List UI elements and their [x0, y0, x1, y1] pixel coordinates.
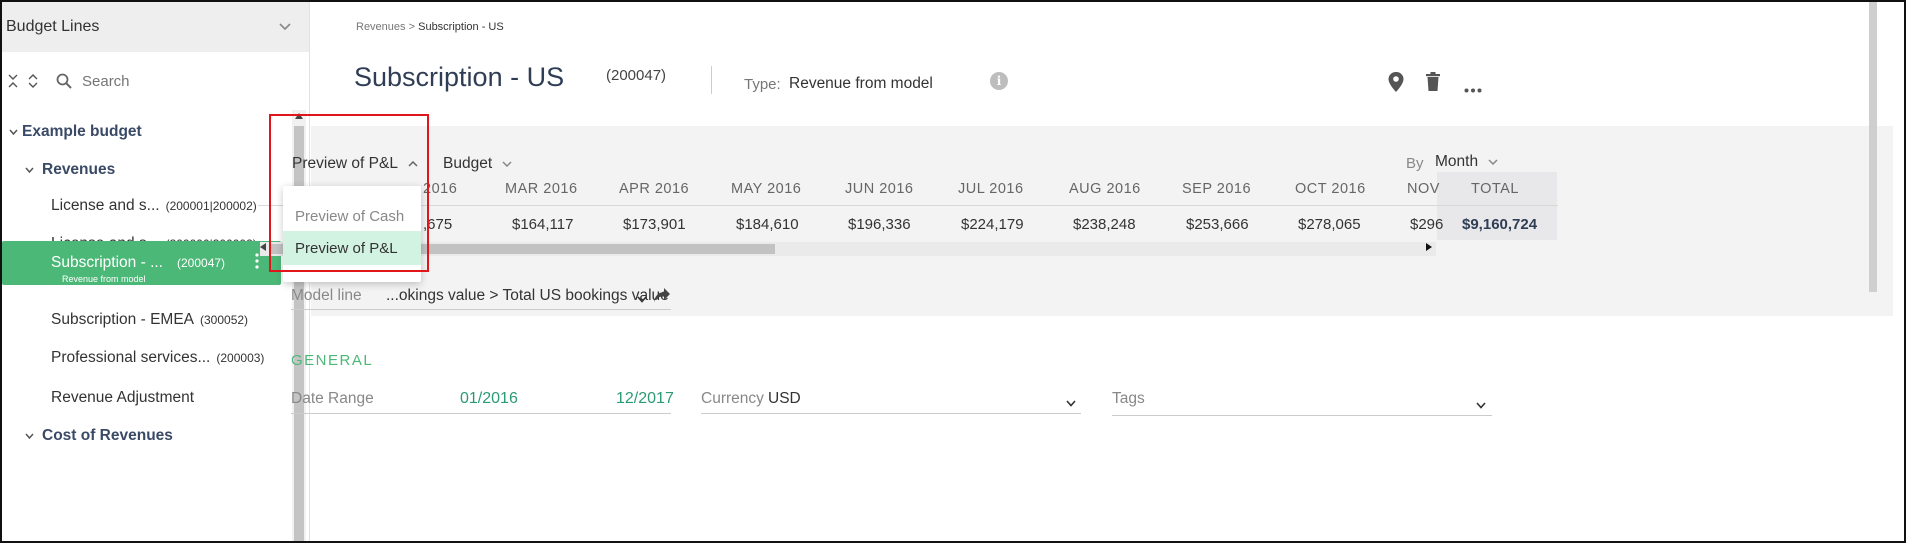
date-range-underline [291, 413, 671, 414]
sidebar-header[interactable]: Budget Lines [2, 2, 309, 52]
breadcrumb-current: Subscription - US [418, 21, 504, 33]
tree-item-code: (200001|200002) [165, 199, 257, 213]
more-horizontal-icon[interactable] [1464, 80, 1482, 96]
title-divider [711, 66, 712, 94]
chevron-down-icon [502, 159, 512, 170]
model-line-label: Model line [291, 287, 362, 304]
date-range-start[interactable]: 01/2016 [460, 390, 518, 408]
column-header: SEP 2016 [1182, 181, 1252, 197]
column-header: AUG 2016 [1069, 181, 1141, 197]
column-header: JUL 2016 [958, 181, 1024, 197]
column-header: MAY 2016 [731, 181, 802, 197]
breadcrumb-link-revenues[interactable]: Revenues [356, 21, 406, 33]
trash-icon[interactable] [1426, 72, 1440, 94]
sidebar-search-bar [2, 52, 309, 110]
kebab-menu-icon[interactable] [255, 253, 261, 275]
chevron-down-icon[interactable] [279, 20, 291, 34]
chevron-down-icon[interactable] [22, 164, 36, 176]
page-title: Subscription - US [354, 62, 565, 92]
chevron-down-icon[interactable] [1476, 396, 1486, 412]
tree-item-professional-services[interactable]: Professional services... (200003) [51, 336, 309, 380]
tree-item-cost-of-revenues[interactable]: Cost of Revenues [22, 414, 309, 458]
type-label: Type: [744, 76, 781, 93]
chevron-down-icon[interactable] [1066, 394, 1076, 410]
column-header: JUN 2016 [845, 181, 914, 197]
tree-item-subscription-us[interactable]: Subscription - ... (200047) Revenue from… [2, 241, 281, 285]
tree-item-label: Revenue Adjustment [51, 389, 195, 406]
period-dropdown[interactable]: Month [1435, 153, 1498, 171]
share-arrow-icon[interactable] [654, 288, 670, 305]
tree-item-code: (200047) [177, 256, 226, 270]
tree-item-label: License and s... [51, 197, 160, 214]
table-cell: $278,065 [1298, 216, 1361, 233]
table-cell: $173,901 [623, 216, 686, 233]
search-icon [56, 73, 72, 89]
model-line-underline [291, 309, 671, 310]
scroll-left-arrow-icon[interactable] [260, 243, 266, 253]
tree-item-label: Subscription - ... [51, 254, 163, 271]
tree-item-label: Example budget [22, 123, 142, 140]
date-range-end[interactable]: 12/2017 [616, 390, 674, 408]
table-cell: $164,117 [512, 216, 574, 233]
tree-item-subtitle: Revenue from model [62, 274, 146, 284]
table-cell: $184,610 [736, 216, 799, 233]
main-panel: Revenues > Subscription - US Subscriptio… [311, 2, 1893, 541]
search-input[interactable] [82, 72, 282, 90]
tree-item-label: Cost of Revenues [42, 427, 173, 444]
column-header: MAR 2016 [505, 181, 578, 197]
info-icon[interactable]: i [990, 72, 1008, 90]
column-header: NOV [1407, 181, 1440, 197]
breadcrumb: Revenues > Subscription - US [356, 21, 504, 33]
location-pin-icon[interactable] [1388, 72, 1404, 95]
chevron-down-icon[interactable] [22, 430, 36, 442]
tree-item-label: Subscription - EMEA [51, 311, 194, 328]
model-line-value[interactable]: ...okings value > Total US bookings valu… [386, 287, 669, 305]
date-range-label: Date Range [291, 390, 374, 407]
expand-all-icon[interactable] [28, 73, 38, 89]
table-cell: $296 [1410, 216, 1444, 233]
chevron-down-icon[interactable] [6, 126, 20, 138]
type-value: Revenue from model [789, 75, 933, 92]
column-header: OCT 2016 [1295, 181, 1366, 197]
table-cell: $224,179 [961, 216, 1024, 233]
budget-dropdown-label: Budget [443, 155, 493, 172]
currency-label: Currency [701, 390, 764, 407]
currency-select[interactable]: USD [768, 390, 801, 408]
header-divider [258, 205, 1558, 206]
tags-underline [1112, 415, 1492, 416]
annotation-highlight-box [269, 114, 429, 272]
table-horizontal-scrollbar[interactable] [260, 242, 1436, 256]
currency-underline [701, 413, 1081, 414]
period-dropdown-label: Month [1435, 153, 1479, 170]
tags-label: Tags [1112, 390, 1145, 407]
breadcrumb-separator: > [408, 21, 416, 33]
sidebar-title: Budget Lines [6, 18, 100, 35]
tree-item-label: Revenues [42, 161, 116, 178]
right-scrollbar[interactable] [1869, 2, 1877, 292]
scroll-right-arrow-icon[interactable] [1426, 243, 1432, 253]
by-label: By [1406, 155, 1424, 172]
page-code: (200047) [606, 67, 667, 84]
section-title-general: GENERAL [291, 352, 374, 369]
right-scrollbar-thumb[interactable] [1869, 2, 1877, 292]
tree-item-label: Professional services... [51, 349, 211, 366]
collapse-all-icon[interactable] [8, 73, 18, 89]
chevron-down-icon[interactable] [637, 290, 647, 306]
table-cell: $196,336 [848, 216, 911, 233]
tree-item-code: (300052) [200, 313, 249, 327]
budget-dropdown[interactable]: Budget [443, 155, 512, 173]
budget-lines-sidebar: Budget Lines Example budget Revenues [2, 2, 310, 541]
column-header: APR 2016 [619, 181, 690, 197]
chevron-down-icon [1488, 157, 1498, 168]
table-cell: $238,248 [1073, 216, 1136, 233]
column-header-total: TOTAL [1471, 181, 1519, 197]
table-cell-total: $9,160,724 [1462, 216, 1538, 233]
tree-item-code: (200003) [216, 351, 265, 365]
table-cell: $253,666 [1186, 216, 1249, 233]
